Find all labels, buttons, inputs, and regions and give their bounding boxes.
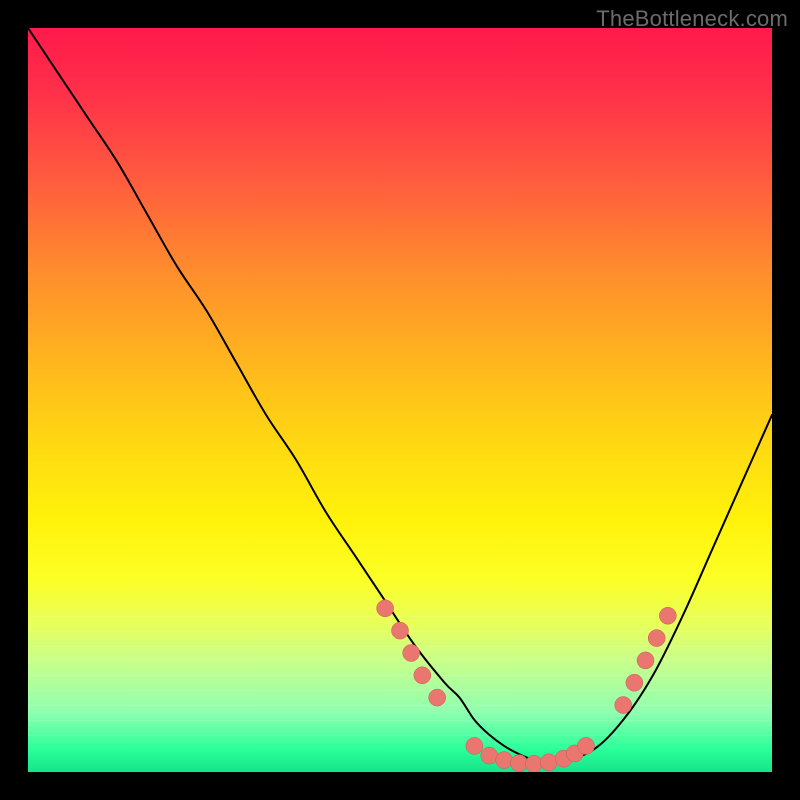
marker-dot xyxy=(481,747,498,764)
marker-dots xyxy=(377,600,677,772)
marker-dot xyxy=(578,737,595,754)
marker-dot xyxy=(403,644,420,661)
marker-dot xyxy=(540,754,557,771)
marker-dot xyxy=(496,752,513,769)
chart-frame: TheBottleneck.com xyxy=(0,0,800,800)
curve-svg xyxy=(28,28,772,772)
marker-dot xyxy=(377,600,394,617)
marker-dot xyxy=(648,630,665,647)
marker-dot xyxy=(637,652,654,669)
marker-dot xyxy=(511,755,528,772)
marker-dot xyxy=(659,607,676,624)
marker-dot xyxy=(429,689,446,706)
marker-dot xyxy=(615,697,632,714)
marker-dot xyxy=(626,674,643,691)
marker-dot xyxy=(466,737,483,754)
bottleneck-curve xyxy=(28,28,772,763)
marker-dot xyxy=(392,622,409,639)
plot-area xyxy=(28,28,772,772)
marker-dot xyxy=(414,667,431,684)
marker-dot xyxy=(525,755,542,772)
